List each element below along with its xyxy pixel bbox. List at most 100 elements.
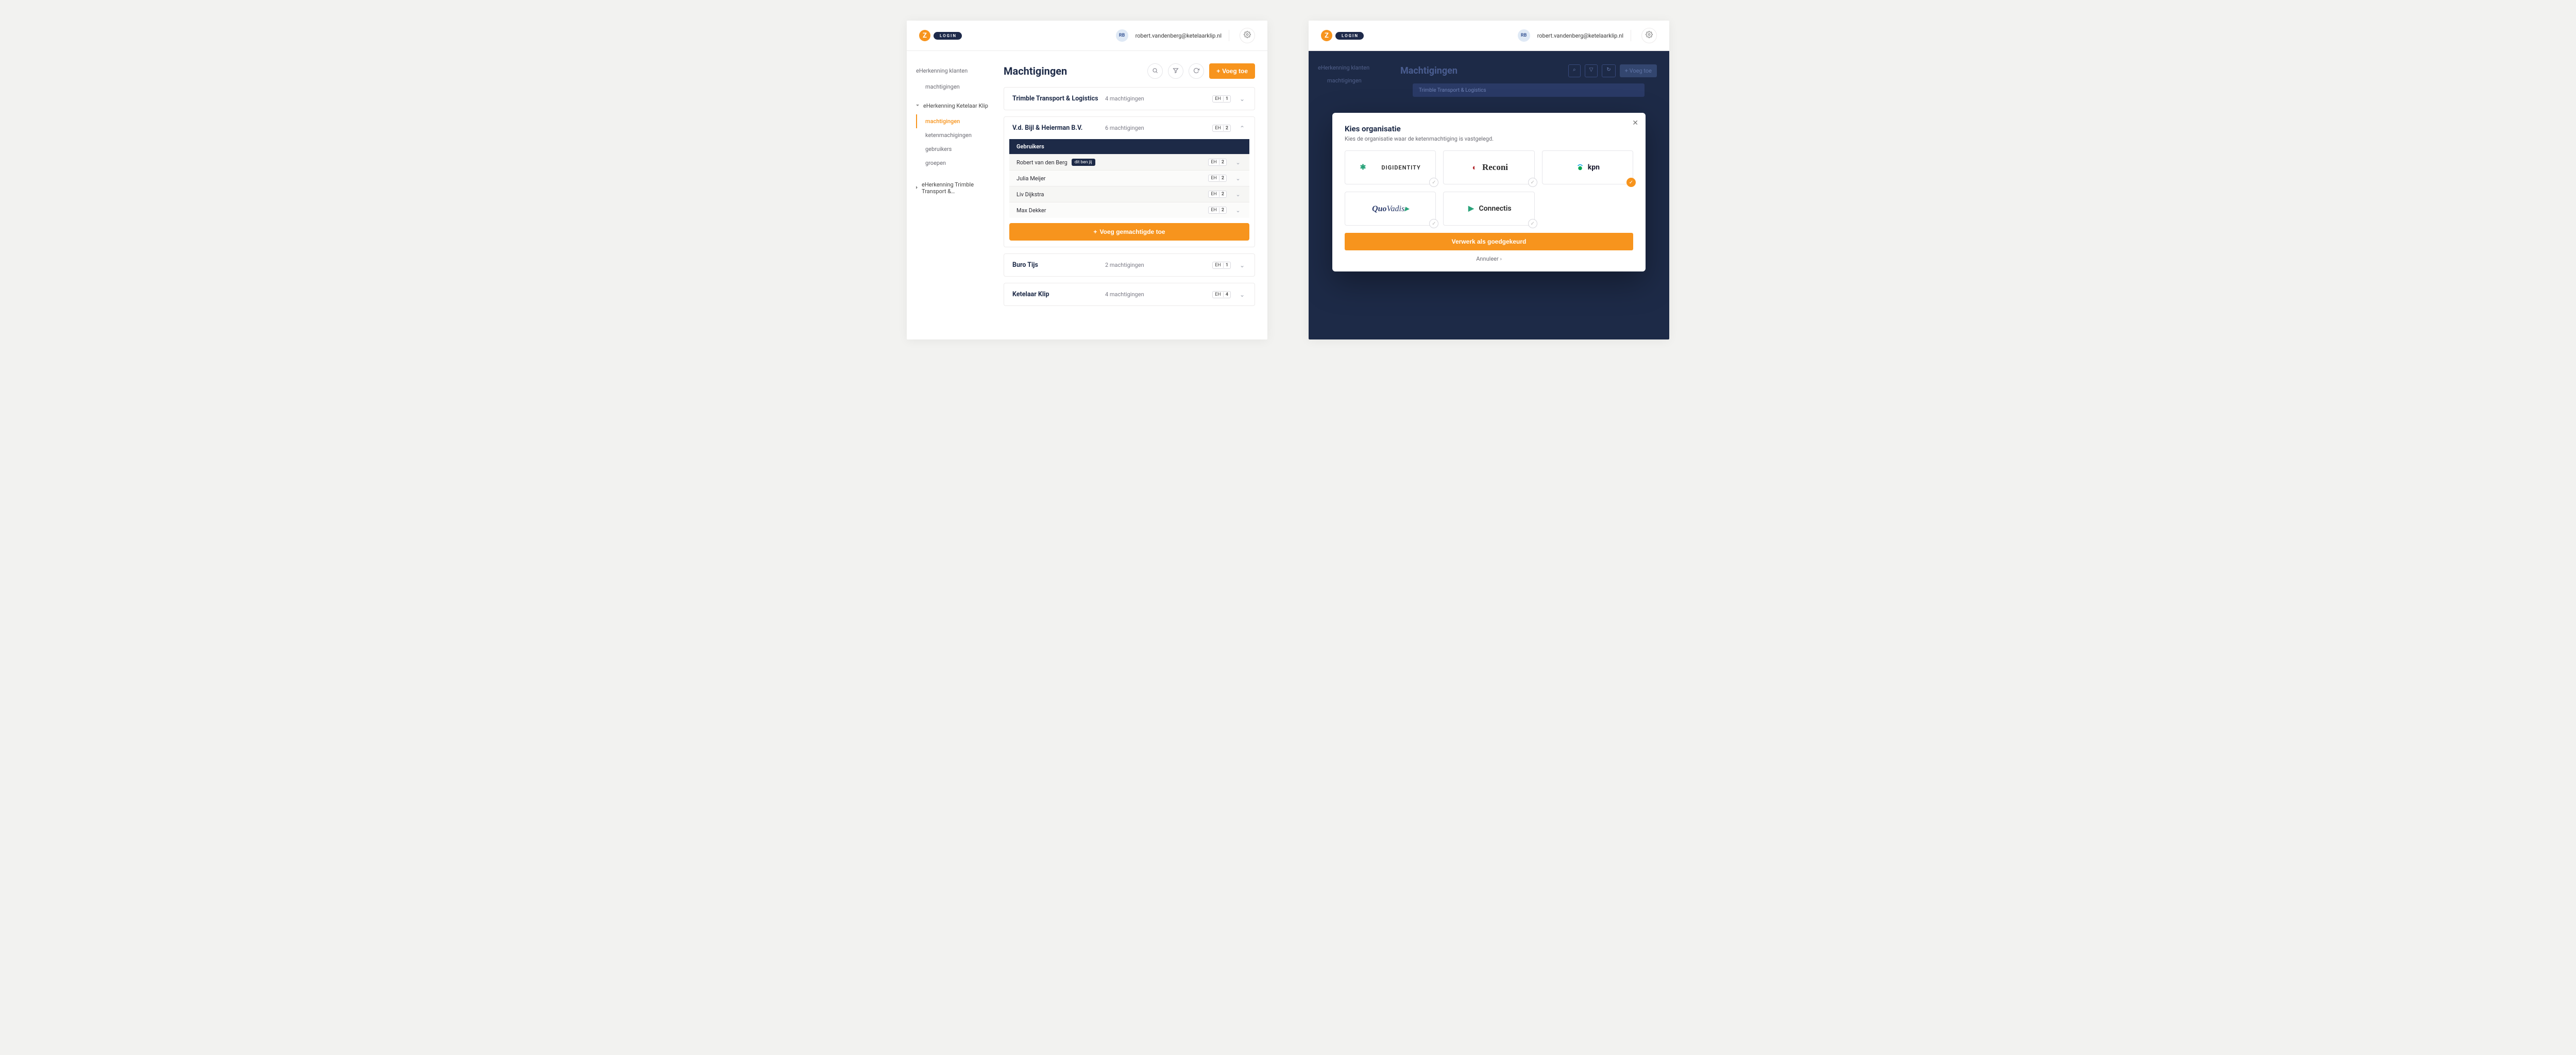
- eh-text: EH: [1215, 126, 1221, 131]
- provider-label: kpn: [1588, 163, 1600, 172]
- org-row[interactable]: Ketelaar Klip 4 machtigingen EH 4: [1004, 283, 1255, 305]
- brand: Z LOGIN: [919, 30, 962, 41]
- sidebar-item-gebruikers[interactable]: gebruikers: [916, 142, 998, 156]
- chevron-down-icon[interactable]: [1234, 159, 1242, 166]
- org-row[interactable]: Buro Tijs 2 machtigingen EH 1: [1004, 254, 1255, 276]
- kpn-icon: [1575, 163, 1585, 172]
- eh-text: EH: [1215, 263, 1221, 268]
- chevron-down-icon[interactable]: [1234, 207, 1242, 214]
- plus-icon: +: [1093, 228, 1097, 235]
- eh-text: EH: [1211, 208, 1217, 213]
- refresh-icon: [1193, 67, 1199, 75]
- brand-mark: Z: [1321, 30, 1332, 41]
- chevron-down-icon[interactable]: [1238, 262, 1246, 269]
- eh-level: 2: [1219, 176, 1224, 181]
- user-email: robert.vandenberg@ketelaarklip.nl: [1537, 32, 1623, 39]
- chevron-down-icon[interactable]: [1234, 175, 1242, 182]
- reconi-icon: ◐: [1470, 163, 1479, 172]
- user-row[interactable]: Liv Dijkstra EH 2: [1009, 186, 1249, 202]
- eh-level: 1: [1223, 263, 1228, 268]
- user-name: Julia Meijer: [1016, 175, 1046, 182]
- chevron-down-icon[interactable]: [1238, 291, 1246, 298]
- add-button[interactable]: +Voeg toe: [1209, 63, 1255, 79]
- topbar: Z LOGIN RB robert.vandenberg@ketelaarkli…: [907, 21, 1267, 51]
- settings-button[interactable]: [1641, 28, 1657, 43]
- eh-badge: EH 2: [1208, 207, 1227, 214]
- confirm-button[interactable]: Verwerk als goedgekeurd: [1345, 233, 1633, 250]
- main-content: Machtigingen: [998, 51, 1267, 328]
- sidebar-item-machtigingen[interactable]: machtigingen: [916, 114, 998, 128]
- provider-tile-connectis[interactable]: ▶ Connectis ✓: [1443, 192, 1534, 226]
- modal-subtitle: Kies de organisatie waar de ketenmachtig…: [1345, 135, 1633, 142]
- org-name: V.d. Bijl & Heierman B.V.: [1012, 124, 1105, 132]
- cancel-button[interactable]: Annuleer›: [1345, 256, 1633, 262]
- refresh-button[interactable]: [1189, 63, 1204, 79]
- app-window-modal: Z LOGIN RB robert.vandenberg@ketelaarkli…: [1309, 21, 1669, 339]
- check-icon: ✓: [1626, 178, 1636, 187]
- add-authorized-label: Voeg gemachtigde toe: [1099, 228, 1165, 235]
- provider-tile-digidentity[interactable]: DIGIDENTITY ✓: [1345, 150, 1436, 184]
- brand-word: LOGIN: [1335, 32, 1364, 40]
- check-icon: ✓: [1429, 178, 1438, 187]
- eh-badge: EH 1: [1212, 262, 1231, 269]
- eh-badge: EH 2: [1208, 159, 1227, 166]
- eh-badge: EH 2: [1208, 191, 1227, 198]
- topbar: Z LOGIN RB robert.vandenberg@ketelaarkli…: [1309, 21, 1669, 51]
- sidebar-item-keten[interactable]: ketenmachigingen: [916, 128, 998, 142]
- sidebar-item-groepen[interactable]: groepen: [916, 156, 998, 170]
- org-meta: 2 machtigingen: [1105, 262, 1212, 268]
- provider-tile-reconi[interactable]: ◐ Reconi ✓: [1443, 150, 1534, 184]
- user-name: Liv Dijkstra: [1016, 191, 1044, 198]
- org-card-expanded: V.d. Bijl & Heierman B.V. 6 machtigingen…: [1004, 116, 1255, 247]
- search-button[interactable]: [1147, 63, 1163, 79]
- provider-tile-kpn[interactable]: kpn ✓: [1542, 150, 1633, 184]
- user-row[interactable]: Robert van den Berg dit ben jij EH 2: [1009, 154, 1249, 170]
- filter-icon: [1173, 67, 1179, 75]
- provider-label: Connectis: [1479, 205, 1511, 213]
- org-row[interactable]: V.d. Bijl & Heierman B.V. 6 machtigingen…: [1004, 117, 1255, 139]
- digidentity-icon: [1369, 163, 1378, 172]
- users-header: Gebruikers: [1009, 139, 1249, 154]
- sidebar-section-trimble[interactable]: eHerkenning Trimble Transport &…: [916, 181, 998, 195]
- chevron-down-icon[interactable]: [1238, 95, 1246, 103]
- avatar[interactable]: RB: [1116, 29, 1128, 42]
- eh-level: 4: [1223, 292, 1228, 297]
- brand: Z LOGIN: [1321, 30, 1364, 41]
- user-row[interactable]: Max Dekker EH 2: [1009, 202, 1249, 218]
- check-icon: ✓: [1429, 219, 1438, 228]
- sidebar-section-ketelaar[interactable]: eHerkenning Ketelaar Klip: [916, 103, 998, 109]
- user-email: robert.vandenberg@ketelaarklip.nl: [1136, 32, 1222, 39]
- sidebar-section-label: eHerkenning Ketelaar Klip: [923, 103, 988, 109]
- gear-icon: [1244, 31, 1251, 40]
- provider-tile-quovadis[interactable]: QuoVadis▸ ✓: [1345, 192, 1436, 226]
- brand-mark: Z: [919, 30, 930, 41]
- org-row[interactable]: Trimble Transport & Logistics 4 machtigi…: [1004, 88, 1255, 110]
- org-name: Trimble Transport & Logistics: [1012, 95, 1105, 103]
- add-authorized-button[interactable]: + Voeg gemachtigde toe: [1009, 223, 1249, 241]
- user-row[interactable]: Julia Meijer EH 2: [1009, 170, 1249, 186]
- eh-level: 2: [1219, 208, 1224, 213]
- eh-text: EH: [1211, 160, 1217, 165]
- org-card: Buro Tijs 2 machtigingen EH 1: [1004, 253, 1255, 277]
- modal-title: Kies organisatie: [1345, 124, 1633, 133]
- sidebar-link-top[interactable]: machtigingen: [916, 80, 998, 93]
- provider-label: DIGIDENTITY: [1381, 164, 1420, 171]
- filter-button[interactable]: [1168, 63, 1183, 79]
- page-title: Machtigingen: [1004, 65, 1067, 77]
- connectis-icon: ▶: [1466, 204, 1476, 213]
- eh-text: EH: [1211, 192, 1217, 197]
- eh-level: 2: [1219, 160, 1224, 165]
- plus-icon: +: [1216, 67, 1220, 75]
- chevron-down-icon[interactable]: [1234, 191, 1242, 198]
- eh-badge: EH 4: [1212, 291, 1231, 298]
- modal-close-button[interactable]: ✕: [1632, 119, 1638, 127]
- chevron-up-icon[interactable]: [1238, 125, 1246, 132]
- settings-button[interactable]: [1240, 28, 1255, 43]
- org-name: Buro Tijs: [1012, 261, 1105, 269]
- close-icon: ✕: [1632, 119, 1638, 127]
- dimmed-background: eHerkenning klanten machtigingen Machtig…: [1309, 51, 1669, 339]
- eh-level: 1: [1223, 96, 1228, 101]
- avatar[interactable]: RB: [1518, 29, 1530, 42]
- choose-org-modal: ✕ Kies organisatie Kies de organisatie w…: [1332, 113, 1646, 271]
- eh-text: EH: [1215, 96, 1221, 101]
